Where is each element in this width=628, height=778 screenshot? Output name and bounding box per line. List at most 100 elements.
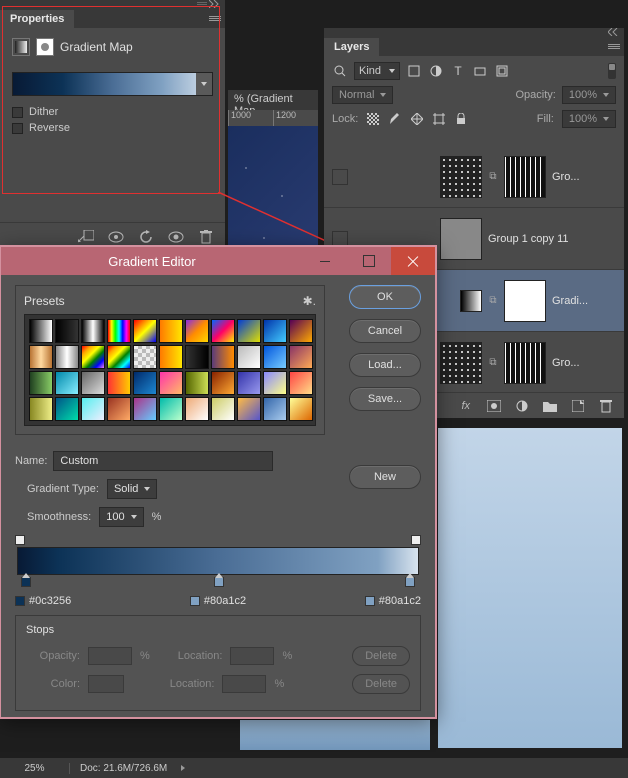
preset-swatch[interactable]: [107, 371, 131, 395]
new-group-icon[interactable]: [542, 398, 558, 414]
color-stop[interactable]: [405, 577, 415, 587]
preset-swatch[interactable]: [133, 319, 157, 343]
zoom-level[interactable]: 25%: [0, 763, 70, 774]
mask-thumb[interactable]: [504, 156, 546, 198]
gradient-type-select[interactable]: Solid: [107, 479, 157, 499]
preset-swatch[interactable]: [237, 397, 261, 421]
preset-swatch[interactable]: [133, 397, 157, 421]
adjustment-thumb[interactable]: [460, 290, 482, 312]
panel-collapse-handle[interactable]: [0, 0, 225, 8]
preset-swatch[interactable]: [81, 397, 105, 421]
fx-label[interactable]: fx: [461, 400, 470, 412]
layer-row[interactable]: ⧉ Gro...: [324, 146, 624, 208]
opacity-stop[interactable]: [411, 535, 421, 545]
lock-artboard-icon[interactable]: [432, 112, 446, 126]
trash-icon[interactable]: [197, 229, 215, 245]
canvas-preview-ice[interactable]: [240, 720, 430, 750]
preset-swatch[interactable]: [29, 371, 53, 395]
visibility-toggle[interactable]: [332, 231, 348, 247]
dither-checkbox[interactable]: [12, 107, 23, 118]
add-mask-icon[interactable]: [486, 398, 502, 414]
load-button[interactable]: Load...: [349, 353, 421, 377]
lock-pixels-icon[interactable]: [366, 112, 380, 126]
preset-swatch[interactable]: [289, 345, 313, 369]
preset-swatch[interactable]: [29, 397, 53, 421]
preset-swatch[interactable]: [263, 371, 287, 395]
close-button[interactable]: [391, 247, 435, 275]
view-previous-icon[interactable]: [107, 229, 125, 245]
search-icon[interactable]: [332, 63, 348, 79]
layer-name[interactable]: Gradi...: [552, 295, 616, 307]
opacity-stop[interactable]: [15, 535, 25, 545]
status-menu-icon[interactable]: [181, 765, 185, 771]
mask-icon[interactable]: [36, 38, 54, 56]
stop-color-input[interactable]: [88, 675, 124, 693]
preset-swatch[interactable]: [159, 371, 183, 395]
layer-thumb[interactable]: [440, 342, 482, 384]
lock-all-icon[interactable]: [454, 112, 468, 126]
preset-swatch[interactable]: [107, 397, 131, 421]
link-icon[interactable]: ⧉: [488, 295, 498, 306]
reverse-checkbox[interactable]: [12, 123, 23, 134]
layer-thumb[interactable]: [440, 156, 482, 198]
gradient-strip[interactable]: [17, 535, 419, 587]
link-icon[interactable]: ⧉: [488, 171, 498, 182]
layer-name[interactable]: Gro...: [552, 171, 616, 183]
preset-swatch[interactable]: [107, 345, 131, 369]
link-icon[interactable]: ⧉: [488, 357, 498, 368]
gradient-dropdown-icon[interactable]: [196, 73, 212, 95]
preset-swatch[interactable]: [289, 319, 313, 343]
preset-swatch[interactable]: [211, 397, 235, 421]
preset-swatch[interactable]: [159, 319, 183, 343]
maximize-button[interactable]: [347, 247, 391, 275]
panel-menu-icon[interactable]: [608, 44, 620, 49]
delete-stop-button[interactable]: Delete: [352, 646, 410, 666]
ok-button[interactable]: OK: [349, 285, 421, 309]
preset-swatch[interactable]: [211, 319, 235, 343]
preset-swatch[interactable]: [159, 345, 183, 369]
tab-properties[interactable]: Properties: [0, 10, 74, 28]
add-adjustment-icon[interactable]: [514, 398, 530, 414]
stop-location-input[interactable]: [222, 675, 266, 693]
ruler-horizontal[interactable]: 1000 1200: [228, 110, 318, 126]
preset-swatch[interactable]: [185, 345, 209, 369]
trash-icon[interactable]: [598, 398, 614, 414]
filter-shape-icon[interactable]: [472, 63, 488, 79]
doc-info[interactable]: Doc: 21.6M/726.6M: [70, 763, 177, 774]
cancel-button[interactable]: Cancel: [349, 319, 421, 343]
preset-swatch[interactable]: [263, 345, 287, 369]
filter-pixel-icon[interactable]: [406, 63, 422, 79]
preset-swatch[interactable]: [81, 319, 105, 343]
stop-opacity-input[interactable]: [88, 647, 132, 665]
panel-menu-icon[interactable]: [209, 16, 221, 21]
layer-thumb[interactable]: [440, 218, 482, 260]
preset-swatch[interactable]: [81, 371, 105, 395]
preset-swatch[interactable]: [185, 371, 209, 395]
opacity-select[interactable]: 100%: [562, 86, 616, 104]
stop-location-input[interactable]: [230, 647, 274, 665]
preset-swatch[interactable]: [289, 397, 313, 421]
visibility-toggle[interactable]: [332, 169, 348, 185]
preset-swatch[interactable]: [237, 319, 261, 343]
adjustment-icon[interactable]: [12, 38, 30, 56]
lock-brush-icon[interactable]: [388, 112, 402, 126]
layer-name[interactable]: Group 1 copy 11: [488, 233, 616, 245]
preset-swatch[interactable]: [211, 345, 235, 369]
new-layer-icon[interactable]: [570, 398, 586, 414]
name-input[interactable]: [53, 451, 273, 471]
mask-thumb[interactable]: [504, 280, 546, 322]
panel-collapse-handle[interactable]: [324, 28, 624, 36]
gear-icon[interactable]: ✱.: [303, 294, 316, 308]
mask-thumb[interactable]: [504, 342, 546, 384]
preset-swatch[interactable]: [159, 397, 183, 421]
filter-toggle[interactable]: [608, 63, 616, 79]
preset-swatch[interactable]: [263, 319, 287, 343]
reset-icon[interactable]: [137, 229, 155, 245]
canvas-preview-stars[interactable]: [228, 126, 318, 266]
preset-swatch[interactable]: [263, 397, 287, 421]
preset-swatch[interactable]: [29, 345, 53, 369]
preset-swatch[interactable]: [237, 371, 261, 395]
preset-swatch[interactable]: [55, 319, 79, 343]
preset-swatch[interactable]: [211, 371, 235, 395]
delete-stop-button[interactable]: Delete: [352, 674, 410, 694]
